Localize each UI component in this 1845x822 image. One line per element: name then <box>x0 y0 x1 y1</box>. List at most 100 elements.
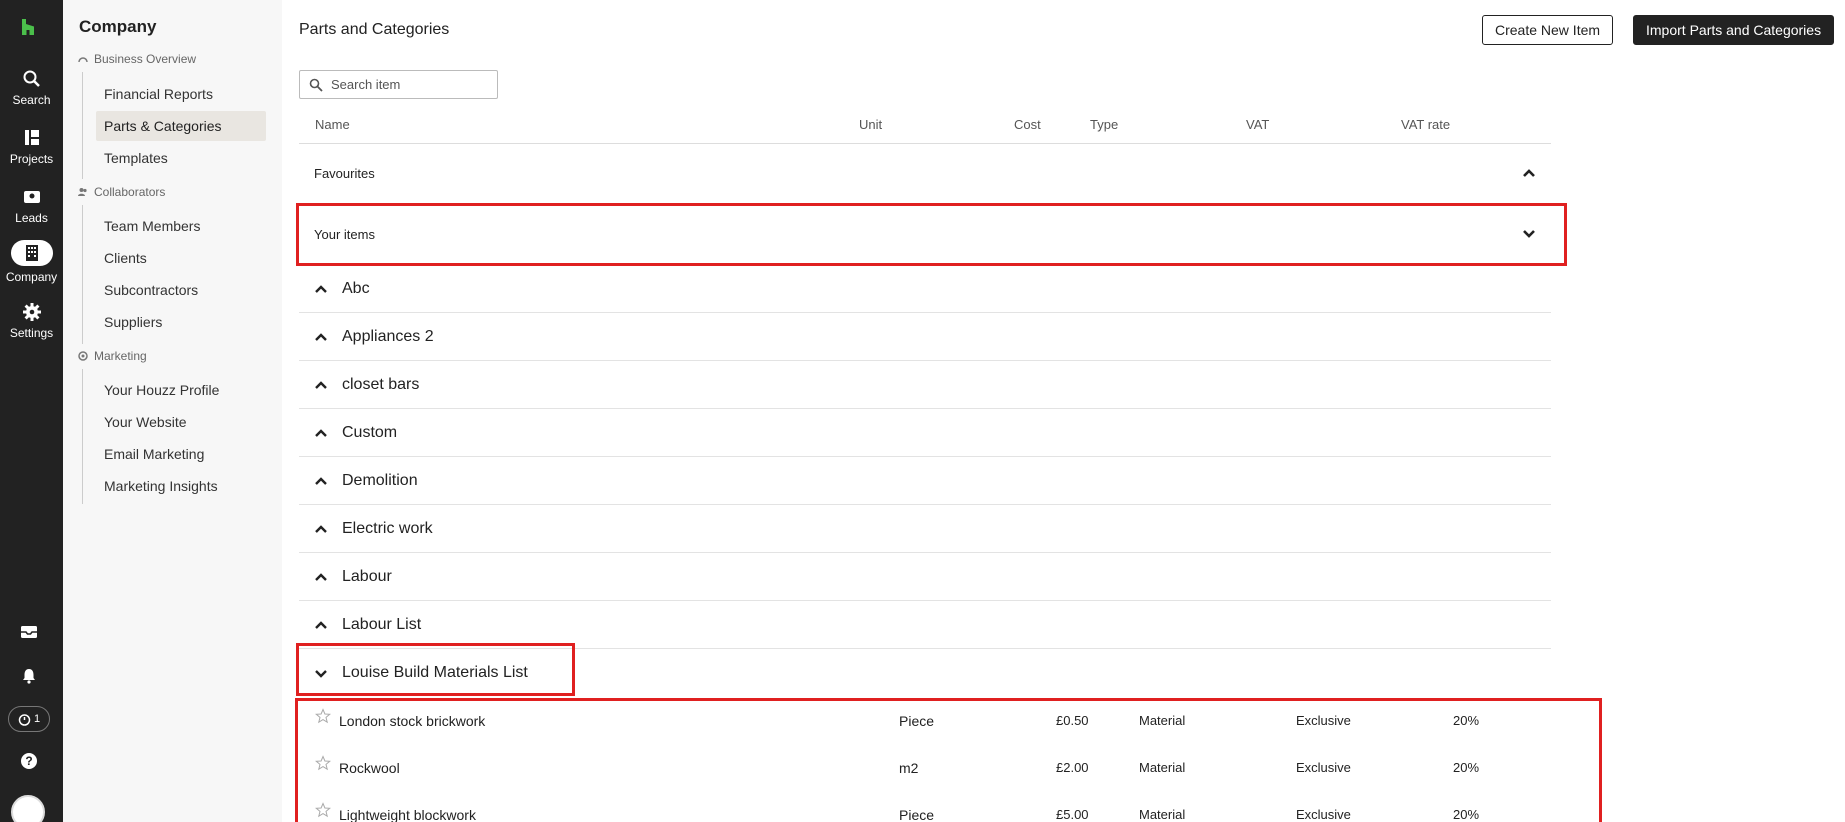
houzz-logo-icon[interactable] <box>20 18 36 36</box>
subnav-link-parts-categories[interactable]: Parts & Categories <box>96 111 266 141</box>
rail-item-leads[interactable]: Leads <box>0 187 63 225</box>
main-content: Parts and Categories Create New Item Imp… <box>282 0 1845 822</box>
category-row[interactable]: Labour <box>299 553 1551 601</box>
item-type: Material <box>1139 760 1186 775</box>
category-name: Louise Build Materials List <box>342 664 528 681</box>
subnav-link-email-marketing[interactable]: Email Marketing <box>96 439 266 469</box>
column-header-unit[interactable]: Unit <box>859 117 882 132</box>
chevron-up-icon[interactable] <box>314 282 328 296</box>
chevron-up-icon[interactable] <box>314 330 328 344</box>
search-input[interactable] <box>331 77 491 92</box>
subnav-link-your-website[interactable]: Your Website <box>96 407 266 437</box>
subnav-link-financial-reports[interactable]: Financial Reports <box>96 79 266 109</box>
search-box[interactable] <box>299 70 498 99</box>
group-marketing: Marketing <box>78 349 147 363</box>
item-vat: Exclusive <box>1296 760 1351 775</box>
import-parts-button[interactable]: Import Parts and Categories <box>1633 15 1835 45</box>
leads-icon <box>23 191 40 203</box>
section-your-items[interactable]: Your items <box>299 210 1551 258</box>
item-type: Material <box>1139 807 1186 822</box>
svg-text:?: ? <box>25 754 32 768</box>
rail-label-search: Search <box>12 93 51 107</box>
item-cost: £5.00 <box>1056 807 1089 822</box>
star-icon[interactable] <box>315 802 331 818</box>
projects-icon <box>24 130 39 145</box>
chevron-down-icon[interactable] <box>314 666 328 680</box>
help-icon[interactable]: ? <box>20 752 38 770</box>
icon-rail: Search Projects Leads Company Settings 1… <box>0 0 63 822</box>
star-icon[interactable] <box>315 708 331 724</box>
chevron-up-icon[interactable] <box>314 618 328 632</box>
group-collaborators: Collaborators <box>78 185 165 199</box>
group-divider <box>82 72 83 179</box>
item-name: Rockwool <box>339 760 400 776</box>
company-icon <box>25 245 38 261</box>
chevron-up-icon[interactable] <box>314 426 328 440</box>
timer-icon <box>18 713 31 726</box>
category-row[interactable]: Custom <box>299 409 1551 457</box>
chevron-up-icon[interactable] <box>314 474 328 488</box>
chevron-up-icon[interactable] <box>314 378 328 392</box>
rail-item-company[interactable]: Company <box>0 240 63 284</box>
category-name: Abc <box>342 279 370 297</box>
chevron-up-icon[interactable] <box>314 570 328 584</box>
section-label: Favourites <box>314 165 375 181</box>
subnav-link-templates[interactable]: Templates <box>96 143 266 173</box>
rail-item-settings[interactable]: Settings <box>0 302 63 340</box>
subnav-link-team-members[interactable]: Team Members <box>96 211 266 241</box>
rail-label-settings: Settings <box>9 326 54 340</box>
section-label: Your items <box>314 226 375 242</box>
avatar[interactable] <box>11 795 45 822</box>
category-row[interactable]: closet bars <box>299 361 1551 409</box>
item-vat: Exclusive <box>1296 807 1351 822</box>
category-row[interactable]: Labour List <box>299 601 1551 649</box>
subnav-link-marketing-insights[interactable]: Marketing Insights <box>96 471 266 501</box>
gear-icon <box>22 303 41 321</box>
header-divider <box>299 143 1551 144</box>
chevron-up-icon[interactable] <box>314 522 328 536</box>
item-cost: £2.00 <box>1056 760 1089 775</box>
table-row[interactable]: Rockwool m2 £2.00 Material Exclusive 20% <box>299 744 1589 791</box>
rail-item-search[interactable]: Search <box>0 69 63 107</box>
category-row[interactable]: Abc <box>299 265 1551 313</box>
star-icon[interactable] <box>315 755 331 771</box>
column-header-vat[interactable]: VAT <box>1246 117 1269 132</box>
chevron-down-icon[interactable] <box>1521 226 1537 242</box>
section-favourites[interactable]: Favourites <box>299 149 1551 197</box>
group-divider <box>82 369 83 504</box>
table-row[interactable]: Lightweight blockwork Piece £5.00 Materi… <box>299 791 1589 822</box>
column-header-name[interactable]: Name <box>315 117 350 132</box>
group-label: Business Overview <box>94 52 197 66</box>
subnav-link-houzz-profile[interactable]: Your Houzz Profile <box>96 375 266 405</box>
subnav-link-subcontractors[interactable]: Subcontractors <box>96 275 266 305</box>
column-header-vat-rate[interactable]: VAT rate <box>1401 117 1450 132</box>
item-unit: Piece <box>899 807 935 822</box>
timer-button[interactable]: 1 <box>8 706 50 732</box>
column-header-type[interactable]: Type <box>1090 117 1118 132</box>
category-row-expanded[interactable]: Louise Build Materials List <box>299 649 1551 697</box>
subnav-link-suppliers[interactable]: Suppliers <box>96 307 266 337</box>
category-name: Demolition <box>342 471 418 489</box>
inbox-icon[interactable] <box>20 624 38 640</box>
item-vat: Exclusive <box>1296 713 1351 728</box>
table-row[interactable]: London stock brickwork Piece £0.50 Mater… <box>299 697 1589 744</box>
category-row[interactable]: Electric work <box>299 505 1551 553</box>
item-vat-rate: 20% <box>1453 713 1480 728</box>
category-row[interactable]: Demolition <box>299 457 1551 505</box>
subnav-link-clients[interactable]: Clients <box>96 243 266 273</box>
rail-active-pill <box>10 240 53 266</box>
rail-item-projects[interactable]: Projects <box>0 128 63 166</box>
chevron-up-icon[interactable] <box>1521 165 1537 181</box>
company-subnav: Company Business Overview Financial Repo… <box>63 0 282 822</box>
category-row[interactable]: Appliances 2 <box>299 313 1551 361</box>
create-new-item-button[interactable]: Create New Item <box>1482 15 1614 45</box>
target-icon <box>78 351 88 361</box>
category-name: Custom <box>342 423 398 441</box>
subnav-title: Company <box>79 17 157 36</box>
item-vat-rate: 20% <box>1453 760 1480 775</box>
rail-label-company: Company <box>5 270 58 284</box>
column-header-cost[interactable]: Cost <box>1014 117 1041 132</box>
bell-icon[interactable] <box>20 667 38 685</box>
group-business-overview: Business Overview <box>78 52 196 66</box>
item-vat-rate: 20% <box>1453 807 1480 822</box>
